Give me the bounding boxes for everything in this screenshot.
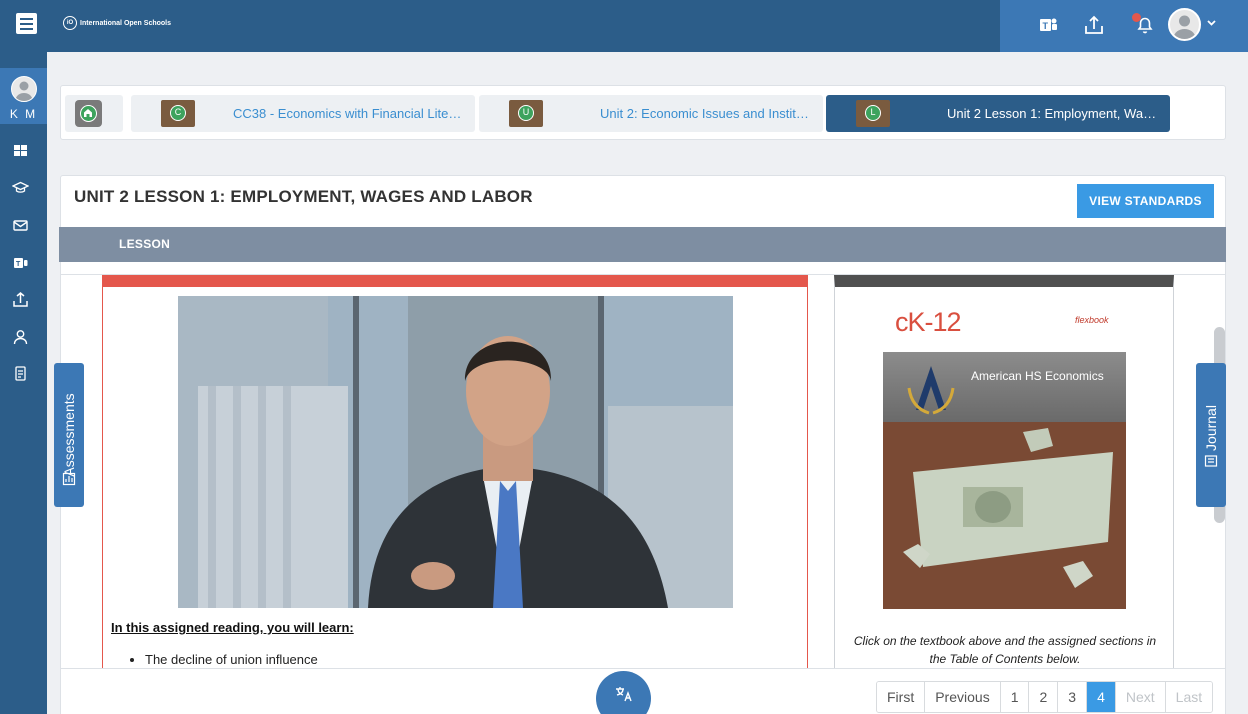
- cover-header: American HS Economics: [883, 352, 1126, 422]
- user-initials: K M: [9, 107, 38, 121]
- breadcrumb-lesson[interactable]: L Unit 2 Lesson 1: Employment, Wages and…: [826, 95, 1170, 132]
- journal-icon: [1204, 455, 1218, 467]
- view-standards-button[interactable]: VIEW STANDARDS: [1077, 184, 1214, 218]
- last-page-button[interactable]: Last: [1165, 682, 1213, 712]
- sidebar: K M T: [0, 52, 47, 714]
- breadcrumb-unit-label: Unit 2: Economic Issues and Institutions: [600, 106, 810, 121]
- page-button-4[interactable]: 4: [1087, 682, 1116, 712]
- menu-icon[interactable]: [16, 13, 37, 34]
- cover-title: American HS Economics: [971, 369, 1104, 383]
- chart-icon: [62, 472, 76, 486]
- page-button-2[interactable]: 2: [1029, 682, 1059, 712]
- upload-icon[interactable]: [1083, 14, 1105, 36]
- lesson-content: In this assigned reading, you will learn…: [60, 275, 1226, 668]
- page-button-3[interactable]: 3: [1058, 682, 1088, 712]
- assessments-tab[interactable]: Assessments: [54, 363, 84, 507]
- course-thumbnail: C: [161, 100, 195, 127]
- tab-lesson[interactable]: LESSON: [119, 237, 170, 251]
- upload-sidebar-icon[interactable]: [12, 291, 29, 308]
- breadcrumb-home[interactable]: [65, 95, 123, 132]
- unit-thumbnail: U: [509, 100, 543, 127]
- assessments-tab-label: Assessments: [61, 393, 77, 477]
- logo-text: International Open Schools: [80, 19, 172, 27]
- teams-icon[interactable]: T: [1037, 14, 1059, 36]
- journal-tab[interactable]: Journal: [1196, 363, 1226, 507]
- mail-icon[interactable]: [12, 217, 29, 234]
- breadcrumb-course-label: CC38 - Economics with Financial Literacy: [233, 106, 463, 121]
- user-avatar[interactable]: [1168, 8, 1201, 41]
- reading-intro: In this assigned reading, you will learn…: [111, 620, 354, 635]
- lesson-thumbnail: L: [856, 100, 890, 127]
- dashboard-icon[interactable]: [12, 142, 29, 159]
- flexbook-logo: flexbook: [1075, 315, 1109, 325]
- list-item: The decline of union influence: [145, 652, 318, 667]
- svg-text:T: T: [16, 261, 21, 268]
- page-title: UNIT 2 LESSON 1: EMPLOYMENT, WAGES AND L…: [74, 187, 533, 206]
- page-button-1[interactable]: 1: [1000, 682, 1030, 712]
- breadcrumb: C CC38 - Economics with Financial Litera…: [60, 85, 1226, 140]
- lesson-tab-bar: LESSON: [59, 227, 1226, 262]
- graduation-cap-icon[interactable]: [11, 179, 30, 196]
- ck12-logo: cK-12: [895, 307, 962, 337]
- top-bar: iO International Open Schools T: [0, 0, 1248, 52]
- logo-mark: iO: [63, 16, 77, 30]
- reading-panel: In this assigned reading, you will learn…: [102, 275, 808, 668]
- first-page-button[interactable]: First: [877, 682, 926, 712]
- learning-list: The decline of union influence: [145, 652, 318, 667]
- translate-icon: [616, 687, 632, 702]
- sidebar-avatar: [11, 76, 37, 102]
- journal-tab-label: Journal: [1203, 404, 1219, 451]
- school-logo[interactable]: iO International Open Schools: [63, 16, 171, 30]
- lesson-video[interactable]: [178, 296, 733, 608]
- textbook-cover[interactable]: American HS Economics: [883, 352, 1126, 609]
- report-icon[interactable]: [12, 365, 29, 382]
- breadcrumb-unit[interactable]: U Unit 2: Economic Issues and Institutio…: [479, 95, 823, 132]
- textbook-panel: cK-12 flexbook American HS Economics Cli…: [834, 275, 1174, 668]
- textbook-instructions: Click on the textbook above and the assi…: [853, 634, 1157, 666]
- breadcrumb-lesson-label: Unit 2 Lesson 1: Employment, Wages and L…: [947, 106, 1157, 121]
- next-page-button[interactable]: Next: [1115, 682, 1166, 712]
- teams-sidebar-icon[interactable]: T: [12, 254, 29, 271]
- user-icon[interactable]: [12, 328, 29, 345]
- bell-icon[interactable]: [1134, 14, 1156, 36]
- pagination: First Previous 1 2 3 4 Next Last: [876, 681, 1214, 713]
- home-icon: [75, 100, 102, 127]
- breadcrumb-course[interactable]: C CC38 - Economics with Financial Litera…: [131, 95, 475, 132]
- sidebar-profile[interactable]: K M: [0, 68, 47, 124]
- previous-page-button[interactable]: Previous: [925, 682, 1001, 712]
- chevron-down-icon[interactable]: [1206, 17, 1217, 31]
- svg-text:T: T: [1043, 21, 1049, 31]
